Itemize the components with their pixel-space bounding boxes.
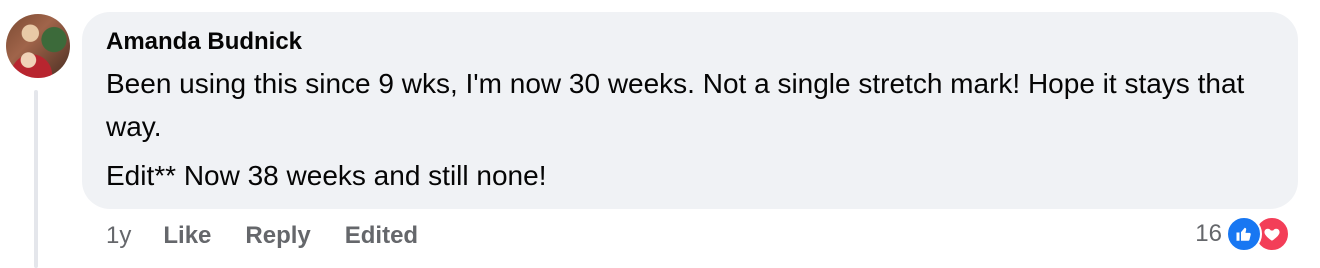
- comment-text: Been using this since 9 wks, I'm now 30 …: [106, 68, 1245, 142]
- thumbs-up-icon: [1226, 216, 1262, 252]
- comment-author[interactable]: Amanda Budnick: [106, 28, 302, 56]
- reaction-count: 16: [1195, 220, 1222, 247]
- comment-edit-text: Edit** Now 38 weeks and still none!: [106, 160, 547, 191]
- reply-button[interactable]: Reply: [245, 222, 310, 250]
- avatar[interactable]: [6, 14, 70, 78]
- thread-line: [34, 90, 38, 268]
- reactions-summary[interactable]: 16: [1195, 216, 1290, 252]
- comment-timestamp[interactable]: 1y: [106, 222, 131, 250]
- comment-actions: 1y Like Reply Edited: [106, 222, 418, 250]
- like-button[interactable]: Like: [163, 222, 211, 250]
- edited-label[interactable]: Edited: [345, 222, 418, 250]
- comment-bubble: Amanda Budnick Been using this since 9 w…: [82, 12, 1298, 209]
